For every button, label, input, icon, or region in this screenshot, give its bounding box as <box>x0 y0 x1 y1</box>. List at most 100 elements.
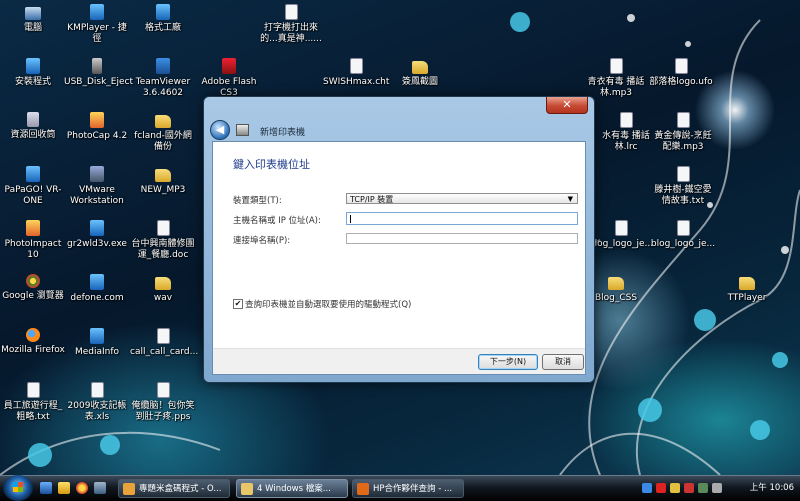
desktop-icon[interactable]: PhotoImpact 10 <box>0 220 66 261</box>
auto-driver-checkbox[interactable]: ✔ <box>233 299 243 309</box>
desktop-icon[interactable]: 俺纜脑！包你笑到肚子疼.pps <box>130 382 196 423</box>
desktop-icon[interactable]: USB_Disk_Eject <box>64 58 134 88</box>
desktop-icon-label: 黃金傳說-烹飪配樂.mp3 <box>654 131 712 152</box>
taskbar-task-button[interactable]: HP合作夥伴查詢 - ... <box>352 479 464 498</box>
show-desktop-icon[interactable] <box>40 482 52 494</box>
desktop-icon[interactable]: 安裝程式 <box>0 58 66 88</box>
network-icon[interactable] <box>698 483 708 493</box>
desktop-icon[interactable]: 打字機打出來的...真是神...... <box>258 4 324 45</box>
doc-icon <box>156 328 170 344</box>
desktop-icon[interactable]: MediaInfo <box>64 328 130 358</box>
desktop-icon[interactable]: 格式工廠 <box>130 4 196 34</box>
desktop-icon-label: USB_Disk_Eject <box>64 77 134 87</box>
usb-icon <box>92 58 102 74</box>
desktop-icon[interactable]: 資源回收筒 <box>0 112 66 141</box>
desktop-background: 電腦 KMPlayer - 捷徑 格式工廠 打字機打出來的...真是神...... 安裝… <box>0 0 800 475</box>
desktop-icon-label: TTPlayer <box>727 293 767 303</box>
text-caret <box>350 215 351 223</box>
desktop-icon[interactable]: 滕井樹-鐵空愛情故事.txt <box>650 166 716 207</box>
desktop-icon[interactable]: 電腦 <box>0 4 66 34</box>
desktop-icon[interactable]: 台中興南體修團運_餐廳.doc <box>130 220 196 261</box>
desktop-icon[interactable]: Adobe Flash CS3 <box>196 58 262 99</box>
desktop-icon-label: 青衣有毒 播話林.mp3 <box>587 77 645 98</box>
folder-icon <box>155 277 171 290</box>
taskbar-task-button[interactable]: 4 Windows 檔案... <box>236 479 348 498</box>
doc-icon <box>614 220 628 236</box>
desktop-icon[interactable]: fcland-國外網備份 <box>130 112 196 153</box>
back-arrow-icon[interactable]: ◀ <box>210 120 230 140</box>
cancel-button[interactable]: 取消 <box>542 354 584 370</box>
desktop-icon-label: gr2wld3v.exe <box>67 239 127 249</box>
desktop-icon[interactable]: 黃金傳說-烹飪配樂.mp3 <box>650 112 716 153</box>
desktop-icon[interactable]: 2009收支記帳表.xls <box>64 382 130 423</box>
desktop-icon[interactable]: VMware Workstation <box>64 166 130 207</box>
desktop-icon[interactable]: wav <box>130 274 196 304</box>
taskbar-task-button[interactable]: 專題米盒碼程式 - O... <box>118 479 230 498</box>
explorer-icon[interactable] <box>58 482 70 494</box>
desktop-icon[interactable]: TeamViewer 3.6.4602 <box>130 58 196 99</box>
close-button[interactable]: ✕ <box>546 97 588 114</box>
next-button[interactable]: 下一步(N) <box>478 354 538 370</box>
dialog-footer: 下一步(N) 取消 <box>213 348 585 374</box>
switch-windows-icon[interactable] <box>94 482 106 494</box>
desktop-icon-label: 打字機打出來的...真是神...... <box>260 23 322 44</box>
antivirus-icon[interactable] <box>656 483 666 493</box>
desktop-icon[interactable]: 簽鳳截圖 <box>387 58 453 88</box>
volume-icon[interactable] <box>712 483 722 493</box>
printer-icon <box>236 124 249 136</box>
device-type-value: TCP/IP 裝置 <box>350 195 394 204</box>
desktop-icon-label: VMware Workstation <box>70 185 124 206</box>
browser-icon <box>26 274 40 288</box>
doc-icon <box>26 382 40 398</box>
desktop-icon[interactable]: blog_logo_je... <box>650 220 716 250</box>
desktop-icon[interactable]: 青衣有毒 播話林.mp3 <box>583 58 649 99</box>
doc-icon <box>619 112 633 128</box>
desktop-icon[interactable]: call_call_card... <box>130 328 198 358</box>
start-button[interactable] <box>3 475 33 501</box>
doc-icon <box>676 166 690 182</box>
desktop-icon[interactable]: 員工旅遊行程_粗略.txt <box>0 382 66 423</box>
dropdown-arrow-icon: ▼ <box>567 195 573 203</box>
doc-icon <box>156 220 170 236</box>
desktop-icon[interactable]: Mozilla Firefox <box>0 328 66 356</box>
desktop-icon[interactable]: Google 瀏覽器 <box>0 274 66 302</box>
system-tray: 上午 10:06 <box>640 479 800 498</box>
desktop-icon[interactable]: SWISHmax.cht <box>323 58 389 88</box>
chrome-icon[interactable] <box>76 482 88 494</box>
desktop-icon[interactable]: TTPlayer <box>714 274 780 304</box>
task-app-icon <box>241 483 253 495</box>
desktop-icon[interactable]: gr2wld3v.exe <box>64 220 130 250</box>
desktop-icon-label: PhotoImpact 10 <box>4 239 62 260</box>
app-icon <box>26 166 40 182</box>
desktop-icon[interactable]: PhotoCap 4.2 <box>64 112 130 142</box>
taskbar-clock[interactable]: 上午 10:06 <box>750 479 794 498</box>
doc-icon <box>609 58 623 74</box>
language-icon[interactable] <box>642 483 652 493</box>
desktop-icon[interactable]: blog_logo_je... <box>588 220 654 250</box>
desktop-icon[interactable]: 部落格logo.ufo <box>648 58 714 88</box>
desktop-icon[interactable]: NEW_MP3 <box>130 166 196 196</box>
desktop-icon-label: 滕井樹-鐵空愛情故事.txt <box>654 185 712 206</box>
dialog-content-panel: 鍵入印表機位址 裝置類型(T): TCP/IP 裝置 ▼ 主機名稱或 IP 位址… <box>212 141 586 375</box>
tray-app-icon[interactable] <box>670 483 680 493</box>
ff-icon <box>26 328 40 342</box>
port-name-input[interactable] <box>346 233 578 244</box>
desktop-icon-label: wav <box>153 293 173 303</box>
doc-icon <box>674 58 688 74</box>
desktop-icon-label: defone.com <box>70 293 124 303</box>
host-address-input[interactable] <box>346 212 578 225</box>
folder-icon <box>155 115 171 128</box>
flash-icon <box>222 58 236 74</box>
task-app-icon <box>123 483 135 495</box>
device-type-select[interactable]: TCP/IP 裝置 ▼ <box>346 193 578 204</box>
device-type-label: 裝置類型(T): <box>233 196 282 206</box>
app-icon <box>90 274 104 290</box>
folder-icon <box>608 277 624 290</box>
tray-m-icon[interactable] <box>684 483 694 493</box>
auto-driver-checkbox-label[interactable]: 查詢印表機並自動選取要使用的驅動程式(Q) <box>245 298 411 310</box>
desktop-icon[interactable]: defone.com <box>64 274 130 304</box>
desktop-icon[interactable]: PaPaGO! VR-ONE <box>0 166 66 207</box>
desktop-icon-label: SWISHmax.cht <box>323 77 390 87</box>
desktop-icon-label: 安裝程式 <box>14 77 51 87</box>
desktop-icon[interactable]: KMPlayer - 捷徑 <box>64 4 130 45</box>
